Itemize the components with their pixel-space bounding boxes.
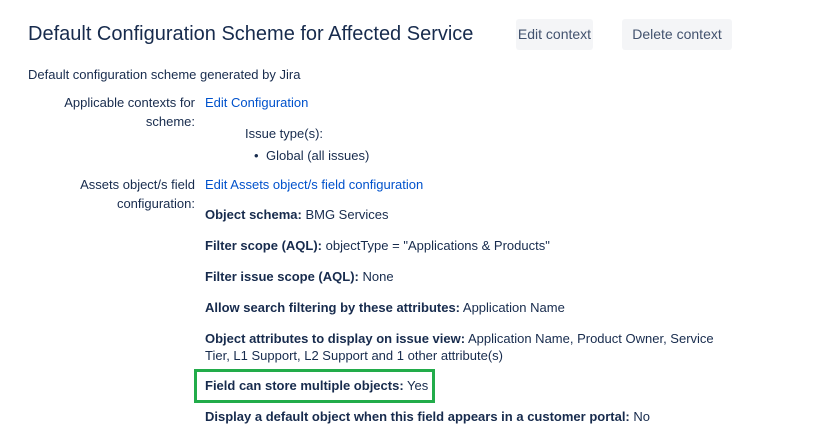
filter-scope-row: Filter scope (AQL): objectType = "Applic… <box>205 237 550 255</box>
assets-label-cont: configuration: <box>116 196 195 211</box>
issue-types-label: Issue type(s): <box>245 126 324 141</box>
row-key: Display a default object when this field… <box>205 409 630 424</box>
row-key: Filter scope (AQL): <box>205 238 323 253</box>
row-key: Allow search filtering by these attribut… <box>205 300 460 315</box>
edit-assets-config-link[interactable]: Edit Assets object/s field configuration <box>205 176 423 194</box>
contexts-label-cont: scheme: <box>145 114 195 129</box>
scheme-description: Default configuration scheme generated b… <box>28 67 301 82</box>
row-key: Object schema: <box>205 207 302 222</box>
row-key: Field can store multiple objects: <box>205 378 404 393</box>
row-value: Application Name <box>462 300 565 315</box>
row-value: None <box>362 269 394 284</box>
delete-context-button[interactable]: Delete context <box>622 19 732 50</box>
multiple-objects-row: Field can store multiple objects: Yes <box>205 377 428 395</box>
edit-context-button[interactable]: Edit context <box>516 19 593 50</box>
default-object-row: Display a default object when this field… <box>205 408 650 426</box>
row-value: objectType = "Applications & Products" <box>325 238 550 253</box>
edit-configuration-link[interactable]: Edit Configuration <box>205 94 308 112</box>
page-title: Default Configuration Scheme for Affecte… <box>28 23 474 45</box>
display-attributes-row-cont: Tier, L1 Support, L2 Support and 1 other… <box>205 348 503 363</box>
row-value: Application Name, Product Owner, Service <box>467 331 714 346</box>
row-value: BMG Services <box>305 207 389 222</box>
row-key: Object attributes to display on issue vi… <box>205 331 466 346</box>
display-attributes-row: Object attributes to display on issue vi… <box>205 330 714 348</box>
contexts-label: Applicable contexts for <box>64 95 195 110</box>
object-schema-row: Object schema: BMG Services <box>205 206 389 224</box>
bullet-icon: • <box>254 148 259 163</box>
row-value: Yes <box>407 378 429 393</box>
row-key: Filter issue scope (AQL): <box>205 269 359 284</box>
assets-label: Assets object/s field <box>80 177 195 192</box>
filter-issue-scope-row: Filter issue scope (AQL): None <box>205 268 394 286</box>
search-filtering-row: Allow search filtering by these attribut… <box>205 299 565 317</box>
row-value: No <box>633 409 651 424</box>
issue-type-item: Global (all issues) <box>266 148 370 163</box>
